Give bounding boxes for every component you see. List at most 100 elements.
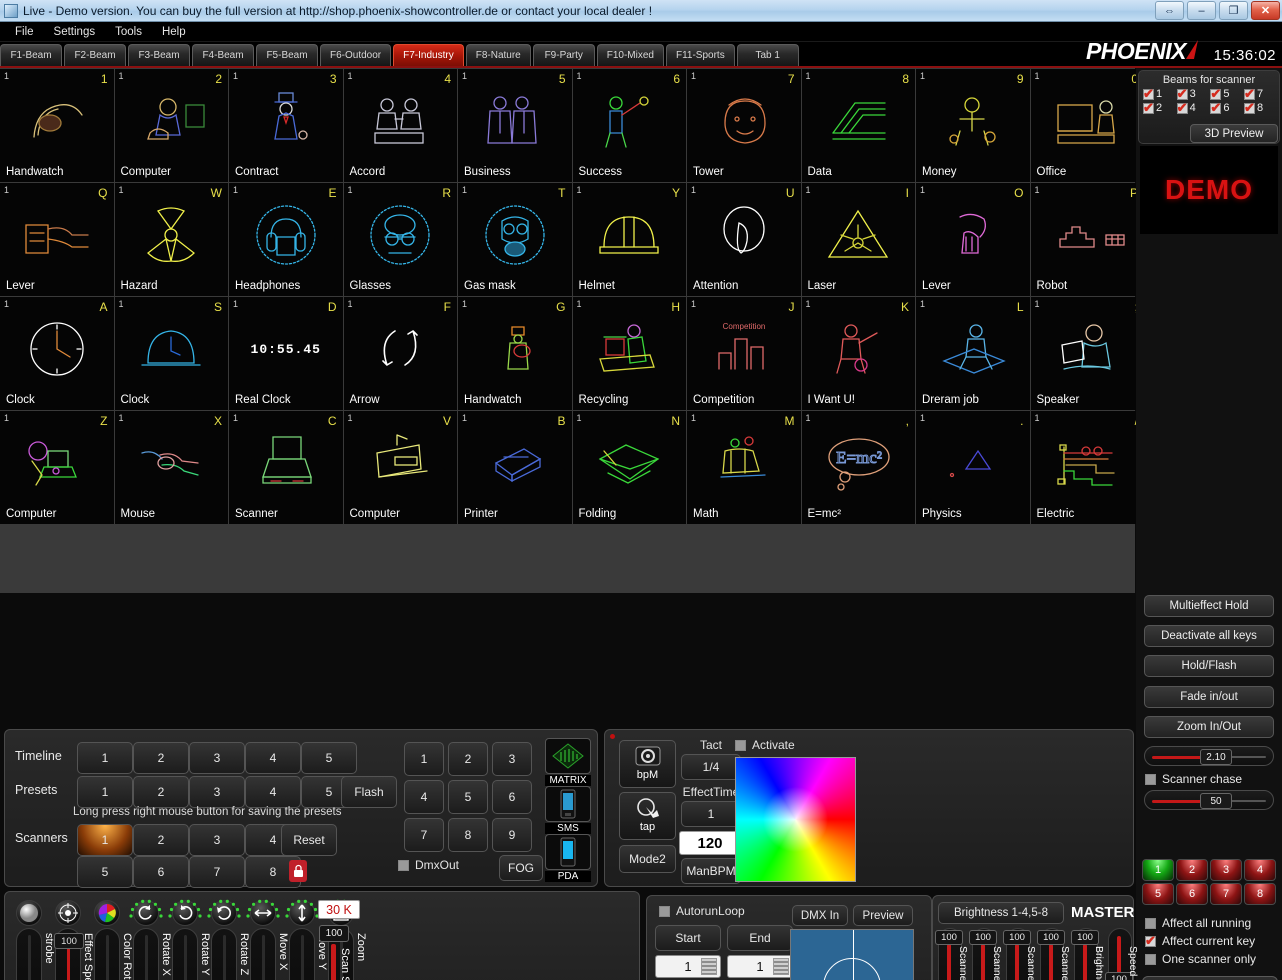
tab-f2-beam[interactable]: F2-Beam [64, 44, 126, 66]
color-rotation-icon[interactable] [94, 900, 120, 926]
close-button[interactable]: ✕ [1251, 1, 1280, 20]
timeline-button-5[interactable]: 5 [301, 742, 357, 774]
rotate-z-icon-wrap[interactable] [207, 898, 241, 928]
hold-flash-button[interactable]: Hold/Flash [1144, 655, 1274, 677]
master-fader-brightness[interactable]: 100 Brightness [1071, 928, 1105, 980]
numpad-button-9[interactable]: 9 [492, 818, 532, 852]
numpad-button-2[interactable]: 2 [448, 742, 488, 776]
cue-cell-computer[interactable]: 1 Z Computer [0, 411, 114, 524]
cue-cell-data[interactable]: 1 8 Data [801, 69, 915, 182]
move-y-slider[interactable]: 0Move Y [289, 928, 328, 980]
3d-preview-button[interactable]: 3D Preview [1190, 124, 1278, 143]
beam-checkbox-2[interactable]: 2 [1143, 100, 1174, 116]
affect-checkbox[interactable] [1145, 917, 1156, 929]
scanner-chase-row[interactable]: Scanner chase [1136, 772, 1282, 786]
tab-f4-beam[interactable]: F4-Beam [192, 44, 254, 66]
cue-cell-lever[interactable]: 1 O Lever [916, 183, 1030, 296]
affect-row-0[interactable]: Affect all running [1136, 916, 1282, 930]
end-spinner-arrows-icon[interactable] [773, 958, 789, 975]
checkbox-icon[interactable] [1143, 86, 1154, 102]
cue-cell-speaker[interactable]: 1;Speaker [1030, 297, 1144, 410]
lock-icon[interactable] [289, 860, 307, 882]
cue-cell-dreram-job[interactable]: 1 L Dreram job [916, 297, 1030, 410]
beam-checkbox-4[interactable]: 4 [1176, 100, 1208, 116]
dmxout-row[interactable]: DmxOut [398, 858, 459, 872]
cue-cell-laser[interactable]: 1 I Laser [801, 183, 915, 296]
scanner-button-4[interactable]: 4 [1244, 859, 1276, 881]
strobe-icon[interactable] [16, 900, 42, 926]
numpad-button-3[interactable]: 3 [492, 742, 532, 776]
beam-checkbox-8[interactable]: 8 [1243, 100, 1275, 116]
3d-preview-area[interactable]: DEMO [1140, 146, 1278, 234]
effect-speed-icon[interactable] [55, 900, 81, 926]
rotate-y-slider[interactable]: 0Rotate Y [172, 928, 211, 980]
timeline-button-1[interactable]: 1 [77, 742, 133, 774]
scanners-button-7[interactable]: 7 [189, 856, 245, 888]
presets-button-3[interactable]: 3 [189, 776, 245, 808]
deactivate-all-keys-button[interactable]: Deactivate all keys [1144, 625, 1274, 647]
cue-cell-i-want-u-[interactable]: 1KI Want U! [801, 297, 915, 410]
cue-cell-contract[interactable]: 1 3 Contract [229, 69, 343, 182]
cue-cell-math[interactable]: 1 M Math [687, 411, 801, 524]
tab-f8-nature[interactable]: F8-Nature [465, 44, 531, 66]
cue-cell-tower[interactable]: 1 7 Tower [687, 69, 801, 182]
cue-cell-robot[interactable]: 1 P Robot [1030, 183, 1144, 296]
autorunloop-checkbox[interactable] [659, 905, 670, 917]
scanner-button-3[interactable]: 3 [1210, 859, 1242, 881]
menu-item-settings[interactable]: Settings [45, 24, 105, 40]
brightness-range-button[interactable]: Brightness 1-4,5-8 [938, 902, 1064, 924]
checkbox-icon[interactable] [1210, 86, 1222, 102]
tab-f9-party[interactable]: F9-Party [532, 44, 595, 66]
checkbox-icon[interactable] [1143, 100, 1154, 116]
master-fader-speed[interactable]: 100 Speed [1105, 928, 1139, 980]
cue-cell-attention[interactable]: 1 U Attention [687, 183, 801, 296]
bpm-value-field[interactable]: 120 [679, 831, 741, 855]
menu-item-help[interactable]: Help [153, 24, 195, 40]
color-rotation-slider[interactable]: 0Color Rotation [94, 928, 133, 980]
strobe-icon-wrap[interactable] [13, 898, 45, 928]
strobe-slider[interactable]: 0strobe [16, 928, 55, 980]
scanner-chase-checkbox[interactable] [1145, 773, 1156, 785]
zoom-in-out-button[interactable]: Zoom In/Out [1144, 716, 1274, 738]
tact-value[interactable]: 1/4 [681, 754, 741, 780]
beam-checkbox-5[interactable]: 5 [1210, 86, 1241, 102]
mode-button[interactable]: Mode2 [619, 845, 676, 873]
slider-knob[interactable]: 50 [1200, 793, 1232, 809]
affect-checkbox[interactable] [1145, 953, 1156, 965]
cue-cell-handwatch[interactable]: 1 1 Handwatch [0, 69, 114, 182]
checkbox-icon[interactable] [1243, 86, 1255, 102]
rotate-x-icon-wrap[interactable] [129, 898, 163, 928]
menu-item-file[interactable]: File [6, 24, 43, 40]
dmx-in-button[interactable]: DMX In [792, 905, 848, 926]
xy-cursor-circle[interactable] [823, 958, 881, 980]
cue-cell-success[interactable]: 1 6 Success [572, 69, 686, 182]
effecttime-value[interactable]: 1 [681, 801, 741, 827]
cue-cell-scanner[interactable]: 1 C Scanner [229, 411, 343, 524]
checkbox-icon[interactable] [1176, 86, 1188, 102]
scanner-button-2[interactable]: 2 [1176, 859, 1208, 881]
pda-shortcut[interactable]: PDA [545, 834, 591, 882]
tab-f11-sports[interactable]: F11-Sports [665, 44, 735, 66]
tab-tab-1[interactable]: Tab 1 [736, 44, 799, 66]
effect-speed-icon-wrap[interactable] [52, 898, 84, 928]
tab-f5-beam[interactable]: F5-Beam [256, 44, 318, 66]
numpad-button-4[interactable]: 4 [404, 780, 444, 814]
presets-button-4[interactable]: 4 [245, 776, 301, 808]
menu-item-tools[interactable]: Tools [106, 24, 151, 40]
cue-cell-office[interactable]: 1 0 Office [1030, 69, 1144, 182]
reset-button[interactable]: Reset [281, 824, 337, 856]
beam-checkbox-1[interactable]: 1 [1143, 86, 1174, 102]
rotate-x-slider[interactable]: 0Rotate X [133, 928, 172, 980]
cue-cell-mouse[interactable]: 1 X Mouse [114, 411, 228, 524]
scanners-button-2[interactable]: 2 [133, 824, 189, 856]
master-fader-scanner1-5[interactable]: 100 Scanner1,5 [935, 928, 969, 980]
cue-cell-real-clock[interactable]: 1 D 10:55.45 Real Clock [229, 297, 343, 410]
multieffect-hold-button[interactable]: Multieffect Hold [1144, 595, 1274, 617]
timeline-button-2[interactable]: 2 [133, 742, 189, 774]
rotate-z-slider[interactable]: 0Rotate Z [211, 928, 250, 980]
flash-button[interactable]: Flash [341, 776, 397, 808]
affect-row-2[interactable]: One scanner only [1136, 952, 1282, 966]
matrix-shortcut[interactable]: MATRIX [545, 738, 591, 786]
cue-cell-accord[interactable]: 1 4 Accord [343, 69, 457, 182]
cue-cell-clock[interactable]: 1 A Clock [0, 297, 114, 410]
